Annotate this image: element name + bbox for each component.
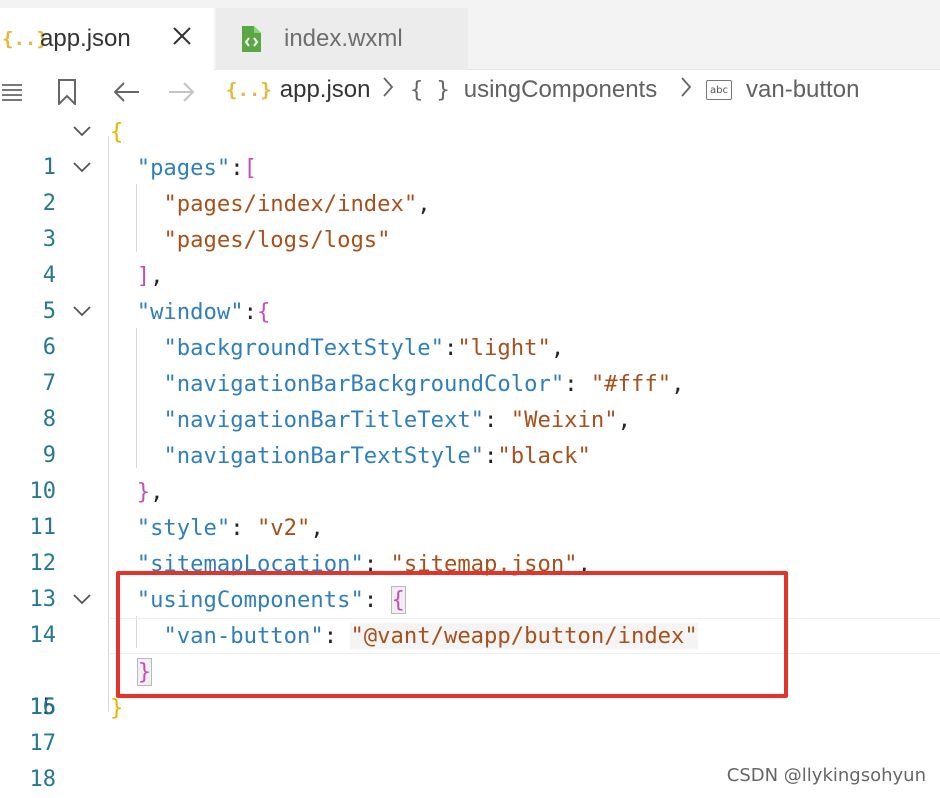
bookmark-icon[interactable] — [54, 78, 80, 106]
annotation-highlight-box — [116, 571, 788, 698]
json-string: "light" — [457, 335, 551, 361]
json-string: "Weixin" — [510, 407, 618, 433]
json-key: "pages" — [136, 155, 231, 181]
code-line: 2 "pages":[ — [0, 150, 940, 216]
code-line: 7 "backgroundTextStyle":"light", — [0, 330, 940, 396]
code-line: 6 "window":{ — [0, 294, 940, 360]
object-icon: { } — [410, 77, 450, 103]
code-line: 18 — [0, 726, 940, 792]
chevron-down-icon[interactable] — [72, 582, 92, 618]
tab-label: app.json — [40, 25, 131, 52]
code-line: 4 "pages/logs/logs" — [0, 222, 940, 288]
chevron-down-icon[interactable] — [72, 150, 92, 186]
chevron-right-icon — [680, 76, 692, 98]
chevron-right-icon — [382, 76, 394, 98]
json-key: "navigationBarBackgroundColor" — [163, 371, 565, 397]
json-key: "window" — [136, 299, 244, 325]
watermark-text: CSDN @llykingsohyun — [726, 765, 926, 786]
code-line: 10 "navigationBarTextStyle":"black" — [0, 438, 940, 504]
chevron-down-icon[interactable] — [72, 294, 92, 330]
json-string: "black" — [497, 443, 591, 469]
forward-arrow-icon[interactable] — [166, 78, 198, 106]
breadcrumb-item-van-button[interactable]: abc van-button — [706, 76, 859, 104]
breadcrumb-label: usingComponents — [463, 76, 658, 103]
line-number: 18 — [29, 767, 57, 792]
breadcrumb-label: app.json — [279, 76, 371, 103]
string-icon: abc — [706, 80, 732, 100]
json-key: "navigationBarTitleText" — [163, 407, 485, 433]
back-arrow-icon[interactable] — [110, 78, 142, 106]
breadcrumb: {..} app.json { } usingComponents abc va… — [0, 70, 940, 114]
code-line: 3 "pages/index/index", — [0, 186, 940, 252]
tab-label: index.wxml — [284, 25, 403, 52]
breadcrumb-item-app-json[interactable]: {..} app.json — [226, 76, 371, 104]
json-key: "backgroundTextStyle" — [163, 335, 444, 361]
wxml-file-icon — [240, 25, 280, 53]
tab-app-json[interactable]: {..} app.json — [0, 8, 214, 70]
json-string: "v2" — [256, 515, 311, 541]
code-line: 8 "navigationBarBackgroundColor": "#fff"… — [0, 366, 940, 432]
json-string: "pages/index/index" — [163, 191, 418, 217]
code-line: 1 { — [0, 114, 940, 180]
editor-tab-bar: {..} app.json index.wxml — [0, 0, 940, 70]
code-line: 11 }, — [0, 474, 940, 540]
list-icon[interactable] — [0, 78, 24, 106]
code-line: 5 ], — [0, 258, 940, 324]
json-string: "pages/logs/logs" — [163, 227, 391, 253]
code-line: 9 "navigationBarTitleText": "Weixin", — [0, 402, 940, 468]
json-key: "navigationBarTextStyle" — [163, 443, 485, 469]
close-icon[interactable] — [172, 22, 192, 52]
code-line: 12 "style": "v2", — [0, 510, 940, 576]
breadcrumb-label: van-button — [746, 76, 860, 103]
chevron-down-icon[interactable] — [72, 114, 92, 150]
json-key: "style" — [136, 515, 231, 541]
json-file-icon: {..} — [226, 79, 272, 101]
json-file-icon: {..} — [2, 28, 48, 50]
tab-index-wxml[interactable]: index.wxml — [216, 8, 468, 70]
breadcrumb-item-usingComponents[interactable]: { } usingComponents — [410, 76, 657, 104]
json-string: "#fff" — [590, 371, 672, 397]
